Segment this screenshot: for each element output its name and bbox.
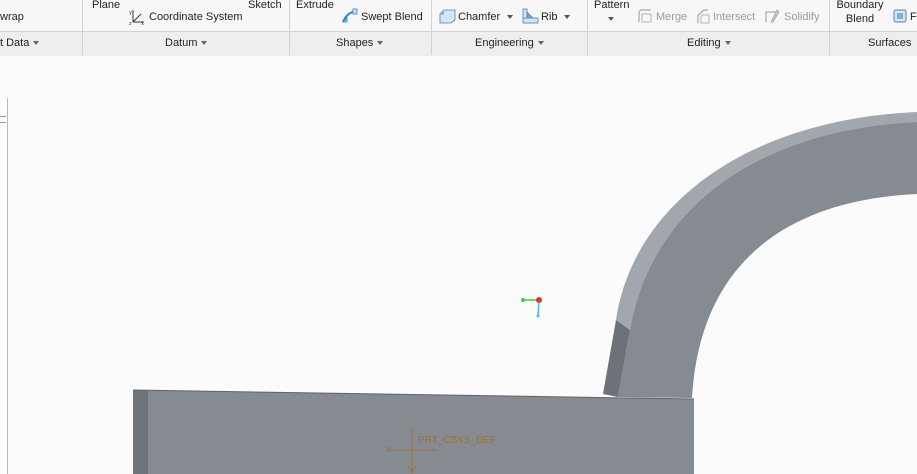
model-scene[interactable] <box>0 0 917 474</box>
model-base-face <box>133 390 694 474</box>
model-base-side-face <box>133 390 148 474</box>
triad-y-origin <box>536 297 542 303</box>
csys-name-label[interactable]: PRT_CSYS_DEF <box>418 435 496 446</box>
triad-z-end <box>536 314 540 318</box>
triad-x-end <box>521 298 525 302</box>
csys-axis-label: Y <box>385 445 391 454</box>
model-arc-front-face <box>618 122 917 398</box>
